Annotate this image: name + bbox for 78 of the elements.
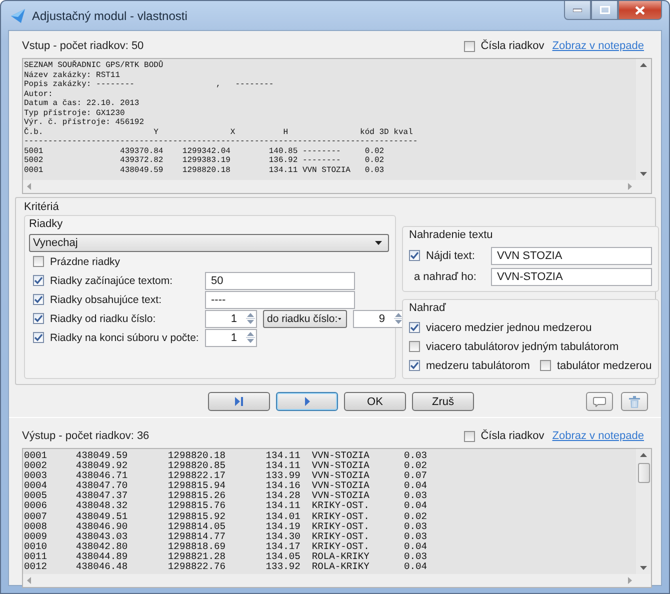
checkbox[interactable]	[409, 341, 420, 352]
window-title: Adjustačný modul - vlastnosti	[32, 8, 188, 22]
left-arrow-icon[interactable]	[27, 183, 31, 190]
minimize-button[interactable]	[564, 1, 591, 20]
notepade-link[interactable]: Zobraz v notepade	[552, 430, 644, 442]
scrollbar[interactable]	[636, 59, 651, 180]
spin-field[interactable]: 9	[353, 310, 405, 328]
checkbox-label: Čísla riadkov	[480, 40, 544, 52]
input-field[interactable]: VVN STOZIA	[491, 246, 652, 264]
checkbox[interactable]	[33, 332, 44, 343]
checkbox-label: Prázdne riadky	[50, 256, 120, 268]
checkbox-label: Riadky začínajúce textom:	[50, 274, 173, 286]
checkbox-label: Riadky od riadku číslo:	[50, 312, 156, 324]
scrollbar[interactable]	[636, 449, 651, 574]
play-button[interactable]	[276, 392, 338, 411]
delete-button[interactable]	[621, 392, 648, 411]
play-icon	[304, 397, 310, 406]
trash-icon	[629, 396, 640, 408]
dropdown[interactable]: Vynechaj	[29, 234, 389, 252]
up-arrow-icon[interactable]	[640, 63, 647, 67]
panel-title: Kritériá	[24, 201, 60, 213]
notepade-link[interactable]: Zobraz v notepade	[552, 40, 644, 52]
checkbox-label: tabulátor medzerou	[556, 360, 652, 372]
group-title: Nahraď	[409, 302, 447, 314]
group-title: Riadky	[29, 218, 64, 230]
down-arrow-icon[interactable]	[640, 566, 647, 570]
checkbox-label: medzeru tabulátorom	[426, 360, 530, 372]
spinner-icon[interactable]	[246, 311, 255, 326]
maximize-button[interactable]	[591, 1, 618, 20]
checkbox-label: Čísla riadkov	[480, 430, 544, 442]
maximize-icon	[600, 6, 610, 14]
checkbox-label: Nájdi text:	[426, 250, 475, 262]
checkbox[interactable]	[409, 250, 420, 261]
right-arrow-icon[interactable]	[628, 577, 632, 584]
checkbox[interactable]	[409, 322, 420, 333]
group-title: Nahradenie textu	[409, 229, 494, 241]
checkbox[interactable]	[540, 360, 551, 371]
dialog-button[interactable]: Zruš	[412, 392, 474, 411]
checkbox[interactable]	[33, 294, 44, 305]
up-arrow-icon[interactable]	[640, 453, 647, 457]
checkbox-label: viacero tabulátorov jedným tabulátorom	[426, 340, 619, 352]
input-field[interactable]: VVN-STOZIA	[491, 268, 652, 286]
minimize-icon	[573, 8, 582, 12]
speech-bubble-icon	[593, 396, 606, 406]
text-area: SEZNAM SOUŘADNIC GPS/RTK BODŮ Název zakázky: RST11 Popis zakázky: -------- , -------- Autor: Datum a čas: 22.10. 2013 Typ přístroje: GX1230 Výr. č. přístroje: 456192 Č.b. Y X H kód 3D kval ---------------------------------------------------------------------------------- 5001 439370.84 1299342.04 140.85 -------- 0.02 5002 439372.82 1299383.19 136.92 -------- 0.02 0001 438049.59 1298820.18 134.11 VVN STOZIA 0.03	[23, 59, 636, 180]
app-icon	[10, 8, 26, 22]
checkbox[interactable]	[33, 256, 44, 267]
skip-to-end-button[interactable]	[208, 392, 270, 411]
dropdown[interactable]: do riadku číslo:	[263, 310, 347, 328]
checkbox[interactable]	[33, 275, 44, 286]
close-button[interactable]	[618, 1, 662, 20]
spinner-icon[interactable]	[246, 330, 255, 345]
section-label: Výstup - počet riadkov: 36	[22, 430, 150, 442]
spin-field[interactable]: 1	[205, 310, 257, 328]
text-area: 0001 438049.59 1298820.18 134.11 VVN-STOZIA 0.03 0002 438049.92 1298820.85 134.11 VVN-STOZIA 0.02 0003 438046.71 1298822.17 133.99 VVN-STOZIA 0.07 0004 438047.70 1298815.94 134.16 VVN-STOZIA 0.04 0005 438047.37 1298815.26 134.28 VVN-STOZIA 0.03 0006 438048.32 1298815.76 134.11 KRIKY-OST. 0.04 0007 438049.51 1298815.92 134.01 KRIKY-OST. 0.02 0008 438046.90 1298814.05 134.19 KRIKY-OST. 0.03 0009 438043.03 1298814.77 134.30 KRIKY-OST. 0.03 0010 438042.80 1298818.69 134.17 KRIKY-OST. 0.04 0011 438044.89 1298821.28 134.05 ROLA-KRIKY 0.03 0012 438046.48 1298822.76 133.92 ROLA-KRIKY 0.04	[23, 449, 636, 574]
right-arrow-icon[interactable]	[628, 183, 632, 190]
left-arrow-icon[interactable]	[27, 577, 31, 584]
close-icon	[635, 6, 645, 14]
checkbox-label: viacero medzier jednou medzerou	[426, 322, 592, 334]
skip-to-end-icon	[235, 397, 243, 406]
checkbox-label: Riadky na konci súboru v počte:	[50, 332, 199, 344]
caret-icon	[375, 241, 382, 245]
field-label: a nahraď ho:	[413, 270, 478, 282]
input-field[interactable]: 50	[205, 272, 355, 290]
dialog-button[interactable]: OK	[344, 392, 406, 411]
input-field[interactable]: ----	[205, 290, 355, 308]
spinner-icon[interactable]	[394, 311, 403, 326]
down-arrow-icon[interactable]	[640, 172, 647, 176]
spin-field[interactable]: 1	[205, 328, 257, 346]
checkbox[interactable]	[409, 360, 420, 371]
scroll-thumb[interactable]	[638, 463, 650, 483]
comment-button[interactable]	[586, 392, 613, 411]
checkbox[interactable]	[464, 430, 475, 442]
checkbox[interactable]	[464, 40, 475, 52]
checkbox-label: Riadky obsahujúce text:	[50, 294, 162, 306]
caret-icon	[338, 316, 341, 320]
checkbox[interactable]	[33, 313, 44, 324]
section-label: Vstup - počet riadkov: 50	[22, 40, 144, 52]
